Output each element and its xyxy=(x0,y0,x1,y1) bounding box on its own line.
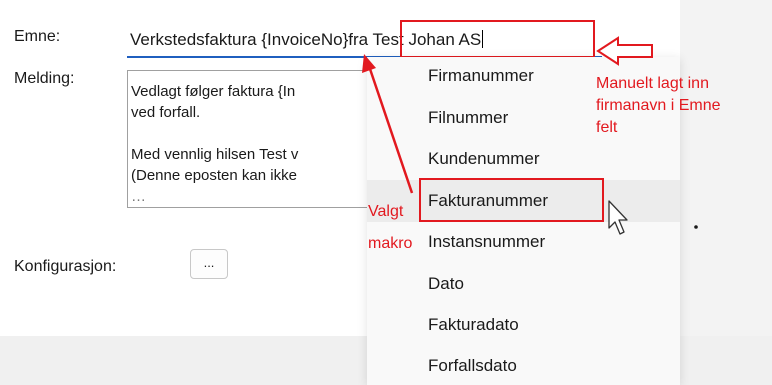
macro-annotation-makro: makro xyxy=(368,235,413,252)
message-line: Med vennlig hilsen Test v xyxy=(131,146,299,163)
annotation-line: felt xyxy=(596,119,618,136)
message-line xyxy=(131,123,376,144)
message-line: (Denne eposten kan ikke xyxy=(131,167,297,184)
annotation-line: firmanavn i Emne xyxy=(596,97,721,114)
manual-entry-annotation: Manuelt lagt inn firmanavn i Emne felt xyxy=(596,73,721,139)
subject-label: Emne: xyxy=(14,28,61,45)
message-line: ved forfall. xyxy=(131,104,201,121)
message-textarea[interactable]: Vedlagt følger faktura {In ved forfall. … xyxy=(127,70,377,208)
macro-item-instansnummer[interactable]: Instansnummer xyxy=(428,232,545,252)
config-label: Konfigurasjon: xyxy=(14,258,117,275)
message-label: Melding: xyxy=(14,70,75,87)
macro-item-kundenummer[interactable]: Kundenummer xyxy=(428,149,540,169)
macro-item-dato[interactable]: Dato xyxy=(428,274,464,294)
macro-item-firmanummer[interactable]: Firmanummer xyxy=(428,66,534,86)
message-line: Vedlagt følger faktura {In xyxy=(131,83,296,100)
macro-annotation-valgt: Valgt xyxy=(368,203,404,220)
macro-item-filnummer[interactable]: Filnummer xyxy=(428,108,508,128)
macro-item-forfallsdato[interactable]: Forfallsdato xyxy=(428,356,517,376)
selected-macro-highlight-box xyxy=(419,178,604,222)
stray-dot xyxy=(694,225,698,229)
subject-highlight-box xyxy=(400,20,595,58)
annotation-line: Manuelt lagt inn xyxy=(596,75,709,92)
message-line: … xyxy=(131,188,146,205)
macro-item-fakturadato[interactable]: Fakturadato xyxy=(428,315,519,335)
config-button[interactable]: ... xyxy=(190,249,228,279)
